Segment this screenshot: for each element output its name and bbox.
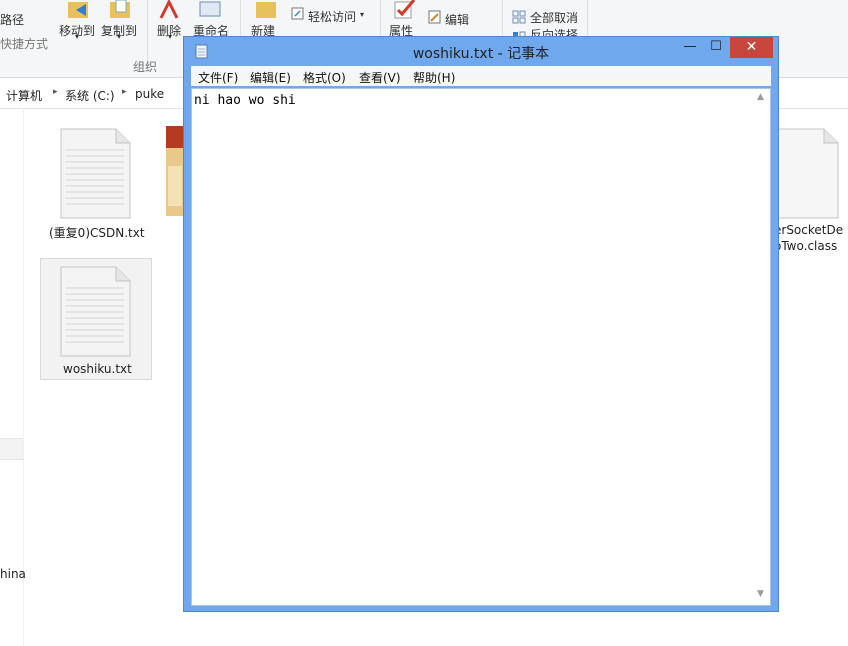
easy-access-button[interactable]: 轻松访问 (308, 8, 356, 25)
shortcut-label[interactable]: 快捷方式 (0, 35, 48, 52)
new-folder-icon (256, 2, 276, 18)
copy-to-icon (110, 0, 130, 18)
breadcrumb-chevron-icon[interactable]: ▸ (122, 87, 127, 97)
nav-pane-item[interactable]: hina (0, 567, 26, 581)
notepad-window[interactable]: woshiku.txt - 记事本 — ☐ ✕ 文件(F) 编辑(E) 格式(O… (183, 36, 779, 612)
breadcrumb-folder[interactable]: puke (135, 87, 164, 101)
maximize-button[interactable]: ☐ (704, 37, 728, 58)
properties-icon (394, 0, 416, 19)
move-to-icon (68, 2, 88, 18)
breadcrumb-drive[interactable]: 系统 (C:) (65, 87, 115, 104)
file-item-selected[interactable]: woshiku.txt (40, 258, 152, 380)
text-file-icon (60, 266, 131, 357)
image-thumbnail[interactable] (166, 126, 184, 216)
menu-view[interactable]: 查看(V) (359, 69, 401, 86)
document-text[interactable]: ni hao wo shi (194, 93, 296, 108)
easy-access-dropdown-icon[interactable]: ▾ (360, 10, 364, 19)
scroll-up-icon[interactable]: ▲ (757, 92, 764, 102)
edit-icon (428, 10, 441, 24)
breadcrumb-computer[interactable]: 计算机 (6, 87, 42, 104)
menu-file[interactable]: 文件(F) (198, 69, 238, 86)
file-name: woshiku.txt (63, 362, 132, 376)
menu-help[interactable]: 帮助(H) (413, 69, 455, 86)
select-none-button[interactable]: 全部取消 (530, 9, 578, 26)
file-item[interactable]: erSocketDe oTwo.class (770, 125, 848, 260)
minimize-button[interactable]: — (678, 37, 702, 58)
file-item[interactable]: (重复0)CSDN.txt (40, 120, 150, 245)
edit-button[interactable]: 编辑 (445, 11, 469, 28)
nav-pane-selected-item[interactable] (0, 438, 23, 460)
delete-dropdown-icon[interactable]: ▾ (168, 32, 172, 41)
select-none-icon (512, 10, 526, 24)
rename-icon (199, 1, 221, 17)
close-button[interactable]: ✕ (730, 37, 773, 58)
menu-format[interactable]: 格式(O) (303, 69, 346, 86)
delete-icon (159, 0, 179, 19)
menu-edit[interactable]: 编辑(E) (250, 69, 291, 86)
copy-to-dropdown-icon[interactable]: ▾ (117, 32, 121, 41)
file-name-line1: erSocketDe (774, 223, 844, 237)
vertical-scrollbar[interactable]: ▲ ▼ (753, 89, 770, 605)
organize-group-label: 组织 (133, 60, 158, 74)
move-to-dropdown-icon[interactable]: ▾ (75, 32, 79, 41)
class-file-icon (770, 128, 839, 219)
easy-access-icon (291, 7, 304, 20)
file-name: (重复0)CSDN.txt (49, 226, 145, 240)
title-bar[interactable]: woshiku.txt - 记事本 — ☐ ✕ (184, 37, 778, 65)
breadcrumb-chevron-icon[interactable]: ▸ (53, 87, 58, 97)
text-editor-area[interactable]: ni hao wo shi ▲ ▼ (191, 88, 771, 606)
path-label[interactable]: 路径 (0, 11, 24, 28)
text-file-icon (60, 128, 131, 219)
file-name-line2: oTwo.class (774, 239, 838, 253)
nav-pane-divider (23, 110, 24, 646)
menu-bar: 文件(F) 编辑(E) 格式(O) 查看(V) 帮助(H) (191, 66, 771, 86)
scroll-down-icon[interactable]: ▼ (757, 589, 764, 599)
